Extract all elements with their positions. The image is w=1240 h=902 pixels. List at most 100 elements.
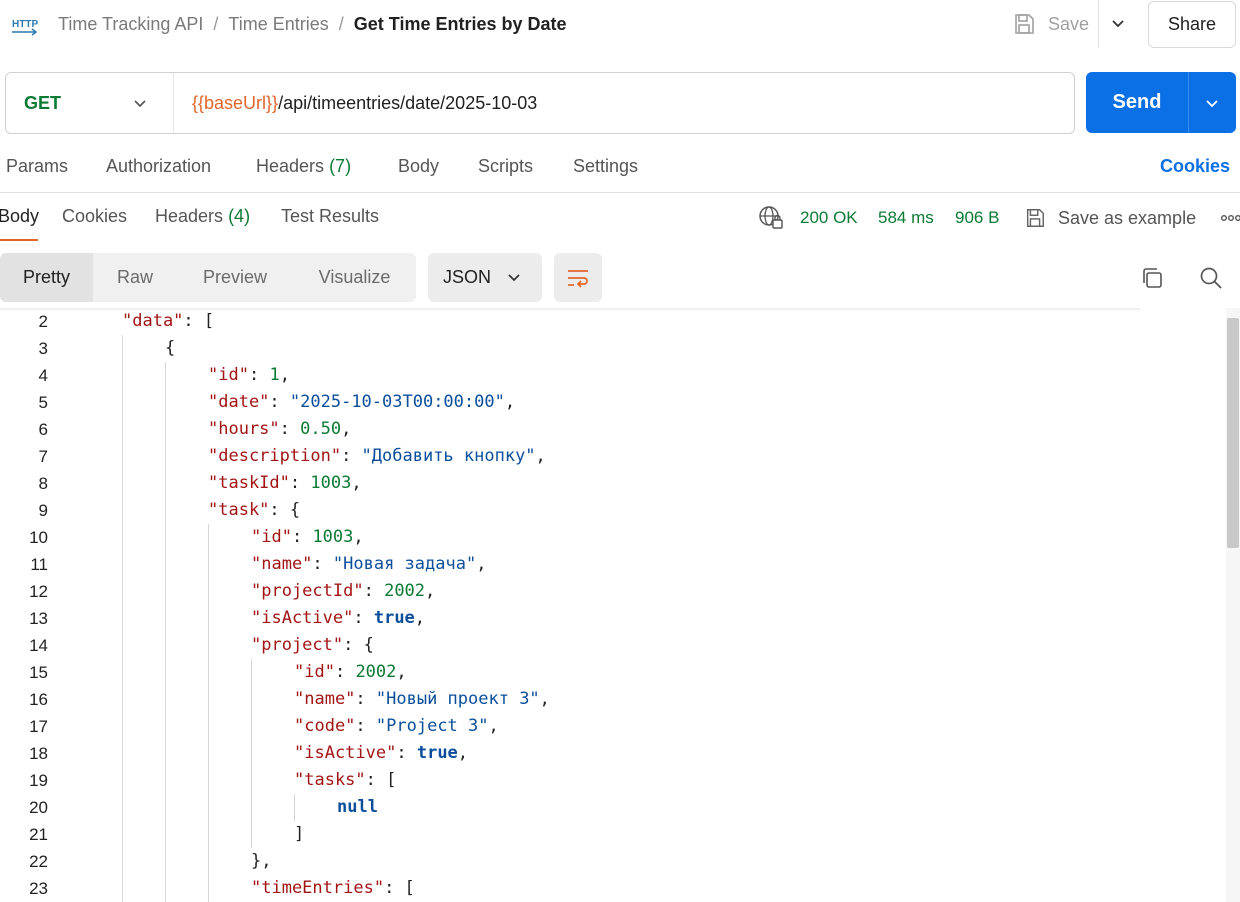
request-title[interactable]: Get Time Entries by Date — [354, 14, 567, 35]
line-number: 10 — [29, 528, 48, 547]
response-tab-cookies[interactable]: Cookies — [62, 206, 127, 227]
tab-settings[interactable]: Settings — [573, 156, 638, 177]
more-icon[interactable] — [1220, 210, 1240, 226]
view-preview[interactable]: Preview — [177, 253, 293, 302]
share-button[interactable]: Share — [1148, 1, 1236, 48]
indent-guide — [165, 713, 166, 740]
code-token: 1003 — [312, 527, 354, 547]
indent-guide — [165, 416, 166, 443]
save-example-icon — [1026, 209, 1044, 227]
code-line: 13 "isActive": true, — [0, 605, 1226, 632]
code-text: "hours": 0.50, — [208, 416, 351, 443]
code-token: "Project 3" — [375, 716, 489, 736]
indent-guide — [165, 875, 166, 902]
tab-label: Body — [0, 206, 40, 226]
scrollbar-thumb[interactable] — [1227, 318, 1239, 548]
code-line: 16 "name": "Новый проект 3", — [0, 686, 1226, 713]
code-token: , — [396, 662, 407, 682]
response-tab-headers[interactable]: Headers (4) — [155, 206, 250, 227]
code-line: 8 "taskId": 1003, — [0, 470, 1226, 497]
breadcrumb-collection[interactable]: Time Tracking API — [58, 14, 203, 35]
code-line: 17 "code": "Project 3", — [0, 713, 1226, 740]
indent-guide — [122, 524, 123, 551]
wrap-lines-button[interactable] — [554, 253, 602, 302]
cookies-link[interactable]: Cookies — [1160, 156, 1230, 177]
code-token: "Добавить кнопку" — [361, 446, 536, 466]
search-icon[interactable] — [1199, 266, 1223, 290]
tab-label: Cookies — [62, 206, 128, 226]
indent-guide — [165, 740, 166, 767]
view-pretty[interactable]: Pretty — [0, 253, 93, 302]
code-token: "Новая задача" — [332, 554, 477, 574]
divider — [1188, 72, 1189, 133]
response-body-viewer[interactable]: 2 "data": [3{4 "id": 1, 5 "date": "2025-10-0… — [0, 308, 1226, 902]
tab-scripts[interactable]: Scripts — [478, 156, 533, 177]
code-token: : — [355, 716, 376, 736]
response-time[interactable]: 584 ms — [878, 208, 934, 228]
url-input[interactable]: {{baseUrl}}/api/timeentries/date/2025-10… — [192, 73, 537, 133]
indent-guide — [165, 659, 166, 686]
line-number: 2 — [38, 312, 48, 331]
save-button[interactable]: Save — [1012, 10, 1089, 38]
view-visualize[interactable]: Visualize — [293, 253, 416, 302]
code-token: "id" — [251, 527, 292, 547]
chevron-down-icon[interactable] — [1203, 94, 1221, 112]
url-path: /api/timeentries/date/2025-10-03 — [278, 92, 538, 113]
indent-guide — [208, 875, 209, 902]
indent-guide — [122, 875, 123, 902]
divider — [0, 192, 1240, 193]
breadcrumb-folder[interactable]: Time Entries — [228, 14, 328, 35]
indent-guide — [208, 767, 209, 794]
chevron-down-icon[interactable] — [1110, 15, 1126, 31]
code-line: 23 "timeEntries": [ — [0, 875, 1226, 902]
view-mode-group: Pretty Raw Preview Visualize — [0, 253, 416, 302]
status-code[interactable]: 200 OK — [800, 208, 858, 228]
code-token: : — [248, 365, 270, 385]
code-token: 1003 — [310, 473, 352, 493]
save-as-example-button[interactable]: Save as example — [1024, 205, 1196, 231]
tab-body[interactable]: Body — [398, 156, 439, 177]
response-tab-body[interactable]: Body — [0, 206, 39, 227]
indent-guide — [208, 524, 209, 551]
code-token: : [ — [183, 311, 215, 331]
indent-guide — [208, 578, 209, 605]
indent-guide — [208, 686, 209, 713]
tab-authorization[interactable]: Authorization — [106, 156, 211, 177]
send-button[interactable]: Send — [1086, 72, 1188, 133]
code-text: { — [165, 335, 175, 362]
response-size[interactable]: 906 B — [955, 208, 999, 228]
code-token: "hours" — [208, 419, 280, 439]
code-token: 2002 — [355, 662, 397, 682]
response-tab-test-results[interactable]: Test Results — [281, 206, 379, 227]
tab-params[interactable]: Params — [6, 156, 68, 177]
code-token: : { — [269, 500, 301, 520]
indent-guide — [208, 794, 209, 821]
code-token: "taskId" — [208, 473, 290, 493]
code-token: , — [457, 743, 469, 763]
save-as-example-label: Save as example — [1058, 207, 1197, 228]
code-token: "name" — [294, 689, 356, 709]
code-token: : — [341, 446, 362, 466]
format-label: JSON — [443, 267, 492, 287]
format-select[interactable]: JSON — [428, 253, 542, 302]
indent-guide — [165, 794, 166, 821]
line-number: 21 — [29, 825, 48, 844]
tab-headers[interactable]: Headers (7) — [256, 156, 351, 177]
chevron-down-icon — [134, 100, 146, 108]
code-line: 20 null — [0, 794, 1226, 821]
view-raw[interactable]: Raw — [93, 253, 177, 302]
copy-icon[interactable] — [1140, 266, 1164, 290]
line-number: 8 — [38, 474, 48, 493]
request-tabs: Params Authorization Headers (7) Body Sc… — [0, 150, 1240, 186]
indent-guide — [165, 605, 166, 632]
code-token: ] — [294, 824, 305, 844]
indent-guide — [208, 632, 209, 659]
code-token: }, — [251, 851, 272, 871]
indent-guide — [251, 821, 252, 848]
line-number: 12 — [29, 582, 48, 601]
code-token: "task" — [208, 500, 270, 520]
method-select[interactable]: GET — [6, 73, 174, 133]
globe-icon[interactable] — [758, 205, 784, 231]
send-button-group: Send — [1086, 72, 1236, 133]
header: HTTP Time Tracking API / Time Entries / … — [0, 0, 1240, 50]
